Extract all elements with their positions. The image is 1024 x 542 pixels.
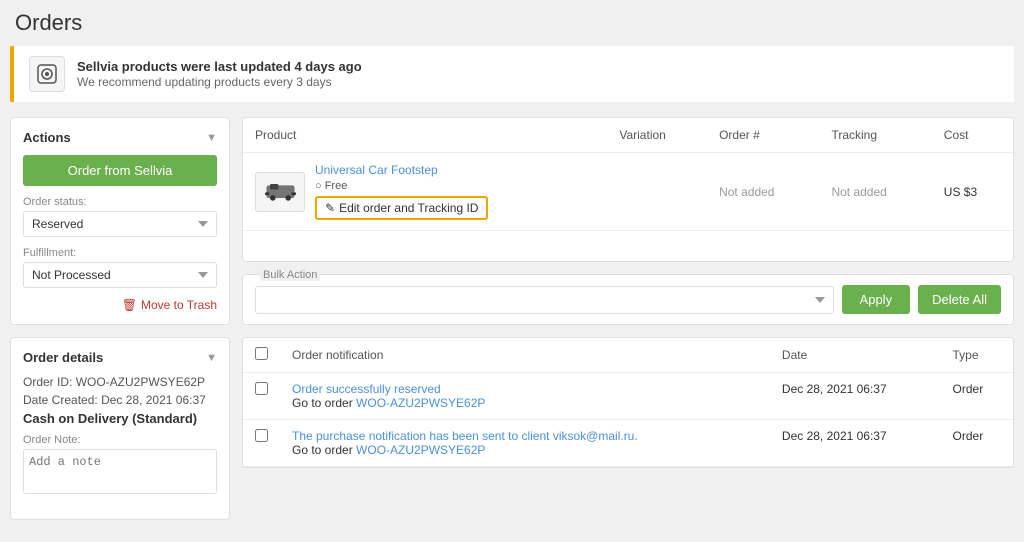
edit-icon: ✎ (325, 201, 335, 215)
order-details-header: Order details ▼ (23, 350, 217, 365)
col-tracking: Tracking (819, 118, 931, 153)
notification-row: Order successfully reserved Go to order … (243, 373, 1013, 420)
fulfillment-group: Fulfillment: Not Processed Processing Sh… (23, 247, 217, 288)
notification-text-cell: Order successfully reserved Go to order … (280, 373, 770, 420)
tracking-cell: Not added (819, 153, 931, 231)
notification-text-cell: The purchase notification has been sent … (280, 420, 770, 467)
order-details-card: Order details ▼ Order ID: WOO-AZU2PWSYE6… (10, 337, 230, 520)
order-link-1[interactable]: WOO-AZU2PWSYE62P (356, 443, 485, 457)
right-panel: Product Variation Order # Tracking Cost (242, 117, 1014, 532)
bulk-action-row: Bulk Action Apply Delete All (242, 274, 1014, 325)
order-from-sellvia-button[interactable]: Order from Sellvia (23, 155, 217, 186)
row-checkbox-1[interactable] (255, 429, 268, 442)
delete-all-button[interactable]: Delete All (918, 285, 1001, 314)
cost-cell: US $3 (932, 153, 1013, 231)
sellvia-icon (29, 56, 65, 92)
notification-date-cell-1: Dec 28, 2021 06:37 (770, 420, 941, 467)
row-checkbox-0[interactable] (255, 382, 268, 395)
col-type: Type (941, 338, 1013, 373)
order-link-0[interactable]: WOO-AZU2PWSYE62P (356, 396, 485, 410)
col-variation: Variation (607, 118, 707, 153)
date-created-label: Date Created: Dec 28, 2021 06:37 (23, 393, 217, 407)
variation-cell (607, 153, 707, 231)
move-to-trash-button[interactable]: 🗑 Move to Trash (23, 298, 217, 312)
product-cell: Universal Car Footstep ○ Free ✎ Edit ord… (243, 153, 607, 231)
apply-button[interactable]: Apply (842, 285, 911, 314)
col-order-notification: Order notification (280, 338, 770, 373)
notification-type-cell-0: Order (941, 373, 1013, 420)
notification-bar: Sellvia products were last updated 4 day… (10, 46, 1014, 102)
payment-method: Cash on Delivery (Standard) (23, 411, 217, 426)
products-table: Product Variation Order # Tracking Cost (243, 118, 1013, 231)
notification-date-cell-0: Dec 28, 2021 06:37 (770, 373, 941, 420)
select-all-checkbox[interactable] (255, 347, 268, 360)
order-note-label: Order Note: (23, 434, 217, 446)
notification-type-cell-1: Order (941, 420, 1013, 467)
table-row: Universal Car Footstep ○ Free ✎ Edit ord… (243, 153, 1013, 231)
col-cost: Cost (932, 118, 1013, 153)
order-id-label: Order ID: WOO-AZU2PWSYE62P (23, 375, 217, 389)
products-table-card: Product Variation Order # Tracking Cost (242, 117, 1014, 262)
order-note-group: Order Note: (23, 434, 217, 497)
col-order-num: Order # (707, 118, 819, 153)
order-note-textarea[interactable] (23, 449, 217, 494)
col-product: Product (243, 118, 607, 153)
notifications-card: Order notification Date Type Order succe… (242, 337, 1014, 468)
order-num-cell: Not added (707, 153, 819, 231)
actions-header: Actions ▼ (23, 130, 217, 145)
trash-icon: 🗑 (122, 298, 137, 312)
notifications-table: Order notification Date Type Order succe… (243, 338, 1013, 467)
page-wrapper: Orders Sellvia products were last update… (0, 0, 1024, 542)
order-status-select[interactable]: Reserved Processing Completed Cancelled (23, 211, 217, 237)
actions-card: Actions ▼ Order from Sellvia Order statu… (10, 117, 230, 325)
actions-chevron-icon[interactable]: ▼ (206, 132, 217, 144)
fulfillment-label: Fulfillment: (23, 247, 217, 259)
product-info: Universal Car Footstep ○ Free ✎ Edit ord… (315, 163, 488, 220)
row-checkbox-cell (243, 420, 280, 467)
bulk-action-label: Bulk Action (260, 269, 320, 281)
order-status-group: Order status: Reserved Processing Comple… (23, 196, 217, 237)
col-date: Date (770, 338, 941, 373)
order-status-label: Order status: (23, 196, 217, 208)
page-title: Orders (10, 10, 1014, 36)
fulfillment-select[interactable]: Not Processed Processing Shipped Deliver… (23, 262, 217, 288)
notification-text: Sellvia products were last updated 4 day… (77, 59, 362, 89)
bulk-select-wrap: Bulk Action (255, 286, 834, 314)
edit-tracking-button[interactable]: ✎ Edit order and Tracking ID (315, 196, 488, 220)
order-details-chevron-icon[interactable]: ▼ (206, 352, 217, 364)
notification-link-0[interactable]: Order successfully reserved (292, 382, 758, 396)
notification-link-1[interactable]: The purchase notification has been sent … (292, 429, 758, 443)
product-price: ○ Free (315, 180, 488, 192)
row-checkbox-cell (243, 373, 280, 420)
cursor-area (243, 231, 1013, 261)
notification-row: The purchase notification has been sent … (243, 420, 1013, 467)
col-checkbox (243, 338, 280, 373)
product-name-link[interactable]: Universal Car Footstep (315, 163, 488, 177)
main-layout: Actions ▼ Order from Sellvia Order statu… (10, 117, 1014, 532)
product-image (255, 172, 305, 212)
bulk-action-select[interactable] (255, 286, 834, 314)
left-panel: Actions ▼ Order from Sellvia Order statu… (10, 117, 230, 532)
